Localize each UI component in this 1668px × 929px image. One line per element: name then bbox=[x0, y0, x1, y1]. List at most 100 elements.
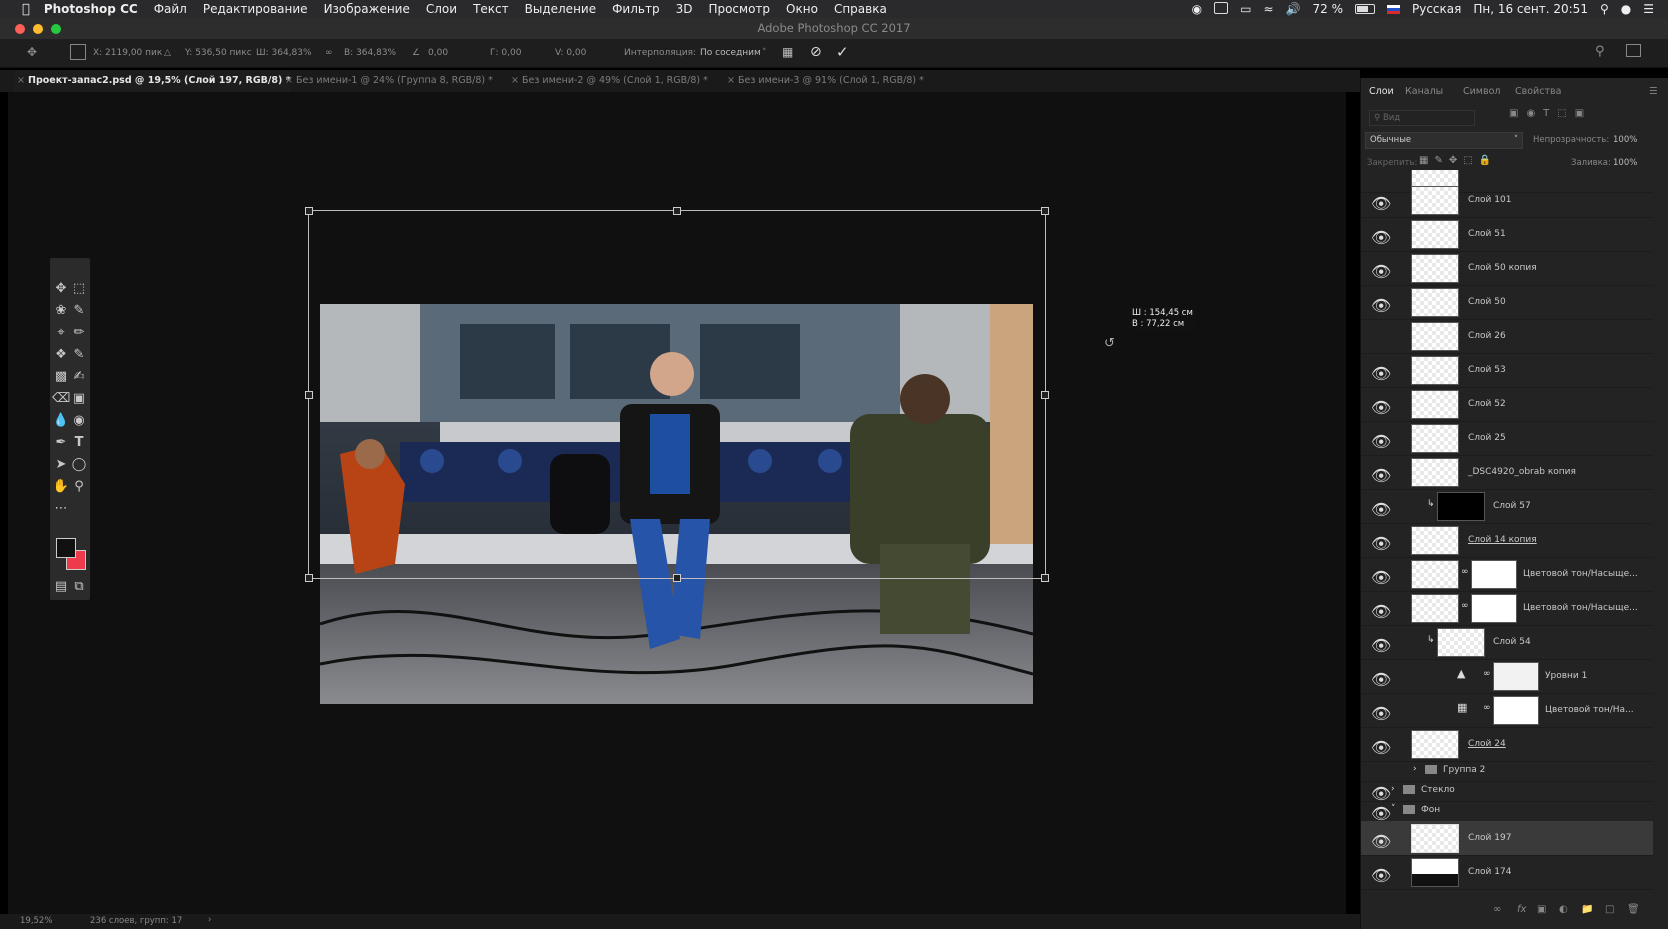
move-tool-icon[interactable]: ✥ bbox=[52, 280, 70, 298]
layer-row[interactable]: 👁 Слой 52 bbox=[1361, 387, 1653, 422]
layer-row[interactable]: 👁 ▲ ∞ Уровни 1 bbox=[1361, 659, 1653, 694]
transform-handle[interactable] bbox=[305, 207, 313, 215]
group-row[interactable]: › Группа 2 bbox=[1361, 761, 1653, 782]
group-row[interactable]: 👁 › Стекло bbox=[1361, 781, 1653, 803]
screen-mode-icon[interactable]: ⧉ bbox=[70, 578, 88, 596]
group-row[interactable]: 👁 ˅ Фон bbox=[1361, 801, 1653, 823]
layer-row[interactable]: 👁 Слой 53 bbox=[1361, 353, 1653, 388]
airplay-icon[interactable]: ▭ bbox=[1240, 2, 1251, 16]
eraser-tool-icon[interactable]: ⌫ bbox=[52, 390, 70, 408]
chevron-right-icon[interactable]: › bbox=[208, 915, 211, 925]
layer-row[interactable]: 👁 ∞ Цветовой тон/Насыще... bbox=[1361, 591, 1653, 626]
eye-icon[interactable]: 👁 bbox=[1371, 804, 1391, 823]
doc-tab-4[interactable]: × Без имени-3 @ 91% (Слой 1, RGB/8) * bbox=[724, 70, 924, 92]
interpolation-select[interactable]: По соседним bbox=[700, 48, 761, 58]
type-tool-icon[interactable]: T bbox=[70, 434, 88, 452]
eye-icon[interactable]: 👁 bbox=[1371, 228, 1391, 247]
layer-row[interactable]: 👁 ▦ ∞ Цветовой тон/На... bbox=[1361, 693, 1653, 728]
reference-point-icon[interactable] bbox=[70, 44, 86, 60]
menu-file[interactable]: Файл bbox=[154, 2, 187, 16]
menu-image[interactable]: Изображение bbox=[324, 2, 410, 16]
doc-tab-2[interactable]: × Без имени-1 @ 24% (Группа 8, RGB/8) * bbox=[282, 70, 493, 92]
new-group-icon[interactable]: 📁 bbox=[1581, 904, 1593, 915]
search-icon[interactable]: ⚲ bbox=[1595, 44, 1605, 59]
add-mask-icon[interactable]: ▣ bbox=[1537, 904, 1546, 915]
layer-row[interactable]: 👁 Слой 101 bbox=[1361, 183, 1653, 218]
dodge-tool-icon[interactable]: ◉ bbox=[70, 412, 88, 430]
eye-icon[interactable]: 👁 bbox=[1371, 602, 1391, 621]
eye-icon[interactable]: 👁 bbox=[1371, 398, 1391, 417]
chevron-right-icon[interactable]: › bbox=[1413, 764, 1417, 774]
eye-icon[interactable]: 👁 bbox=[1371, 636, 1391, 655]
eye-icon[interactable]: 👁 bbox=[1371, 296, 1391, 315]
input-language[interactable]: Русская bbox=[1412, 2, 1461, 16]
workspace-icon[interactable] bbox=[1626, 44, 1641, 57]
menu-view[interactable]: Просмотр bbox=[708, 2, 770, 16]
zoom-tool-icon[interactable]: ⚲ bbox=[70, 478, 88, 496]
transform-handle[interactable] bbox=[673, 574, 681, 582]
transform-handle[interactable] bbox=[305, 574, 313, 582]
commit-transform-icon[interactable]: ✓ bbox=[836, 43, 849, 61]
wifi-icon[interactable]: ≈ bbox=[1263, 2, 1273, 16]
layer-row[interactable]: 👁 _DSC4920_obrab копия bbox=[1361, 455, 1653, 490]
h-skew-field[interactable]: Г: 0,00 bbox=[490, 48, 521, 58]
layer-row[interactable]: 👁 ↳ Слой 54 bbox=[1361, 625, 1653, 660]
blur-tool-icon[interactable]: 💧 bbox=[52, 412, 70, 430]
apple-icon[interactable]:  bbox=[22, 2, 30, 17]
transform-handle[interactable] bbox=[1041, 391, 1049, 399]
eye-icon[interactable]: 👁 bbox=[1371, 364, 1391, 383]
spotlight-icon[interactable]: ⚲ bbox=[1600, 2, 1609, 16]
eye-icon[interactable]: 👁 bbox=[1371, 670, 1391, 689]
close-tab-icon[interactable]: × bbox=[727, 70, 735, 92]
move-tool-icon[interactable]: ✥ bbox=[27, 45, 37, 59]
foreground-color-swatch[interactable] bbox=[56, 538, 76, 558]
stamp-tool-icon[interactable]: ▩ bbox=[52, 368, 70, 386]
siri-icon[interactable]: ● bbox=[1621, 2, 1631, 16]
zoom-level[interactable]: 19,52% bbox=[20, 916, 52, 926]
layer-row[interactable]: Слой 26 bbox=[1361, 319, 1653, 354]
doc-tab-1[interactable]: × Проект-запас2.psd @ 19,5% (Слой 197, RG… bbox=[14, 70, 291, 92]
marquee-tool-icon[interactable]: ⬚ bbox=[70, 280, 88, 298]
transform-handle[interactable] bbox=[1041, 574, 1049, 582]
x-position-field[interactable]: X: 2119,00 пик bbox=[93, 48, 162, 58]
filter-icons[interactable]: ▣◉T⬚▣ bbox=[1509, 108, 1592, 119]
opacity-field[interactable]: 100% bbox=[1613, 135, 1637, 145]
path-select-icon[interactable]: ➤ bbox=[52, 456, 70, 474]
layer-row[interactable]: 👁 Слой 25 bbox=[1361, 421, 1653, 456]
eye-icon[interactable]: 👁 bbox=[1371, 500, 1391, 519]
eye-icon[interactable]: 👁 bbox=[1371, 432, 1391, 451]
lock-icons[interactable]: ▦✎✥⬚🔒 bbox=[1419, 155, 1497, 166]
close-window-button[interactable] bbox=[15, 24, 25, 34]
delta-icon[interactable]: △ bbox=[164, 48, 171, 58]
eye-icon[interactable]: 👁 bbox=[1371, 262, 1391, 281]
layer-row[interactable]: 👁 Слой 14 копия bbox=[1361, 523, 1653, 558]
eye-icon[interactable]: 👁 bbox=[1371, 466, 1391, 485]
crop-tool-icon[interactable]: ⌖ bbox=[52, 324, 70, 342]
battery-level[interactable]: 72 % bbox=[1312, 2, 1343, 16]
clock[interactable]: Пн, 16 сент. 20:51 bbox=[1473, 2, 1588, 16]
height-field[interactable]: В: 364,83% bbox=[344, 48, 396, 58]
menu-filter[interactable]: Фильтр bbox=[612, 2, 659, 16]
link-icon[interactable]: ∞ bbox=[325, 48, 333, 58]
eyedropper-icon[interactable]: ✏ bbox=[70, 324, 88, 342]
panel-menu-icon[interactable]: ☰ bbox=[1649, 86, 1658, 97]
eye-icon[interactable]: 👁 bbox=[1371, 832, 1391, 851]
y-position-field[interactable]: Y: 536,50 пикс bbox=[185, 48, 252, 58]
display-icon[interactable] bbox=[1214, 1, 1229, 17]
width-field[interactable]: Ш: 364,83% bbox=[256, 48, 312, 58]
new-layer-icon[interactable]: □ bbox=[1605, 904, 1614, 915]
tab-properties[interactable]: Свойства bbox=[1515, 86, 1561, 97]
lasso-tool-icon[interactable]: ❀ bbox=[52, 302, 70, 320]
zoom-window-button[interactable] bbox=[51, 24, 61, 34]
doc-tab-3[interactable]: × Без имени-2 @ 49% (Слой 1, RGB/8) * bbox=[508, 70, 708, 92]
layer-row[interactable]: 👁 ∞ Цветовой тон/Насыще... bbox=[1361, 557, 1653, 592]
fx-icon[interactable]: fx bbox=[1517, 904, 1526, 915]
warp-icon[interactable]: ▦ bbox=[782, 45, 793, 59]
layer-row[interactable]: 👁 Слой 51 bbox=[1361, 217, 1653, 252]
menu-edit[interactable]: Редактирование bbox=[203, 2, 308, 16]
ellipse-tool-icon[interactable]: ◯ bbox=[70, 456, 88, 474]
notifications-icon[interactable]: ☰ bbox=[1643, 2, 1654, 16]
menu-3d[interactable]: 3D bbox=[676, 2, 693, 16]
layer-search-input[interactable]: ⚲ Вид bbox=[1369, 110, 1475, 126]
eye-icon[interactable]: 👁 bbox=[1371, 738, 1391, 757]
